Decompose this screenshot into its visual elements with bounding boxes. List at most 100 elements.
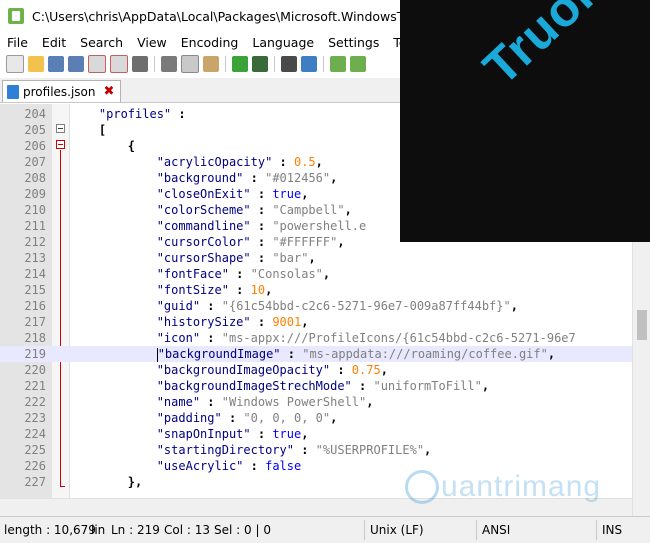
code-line[interactable]: 218 "icon" : "ms-appx:///ProfileIcons/{6… <box>0 330 650 346</box>
code-text: { <box>70 138 135 154</box>
menu-edit[interactable]: Edit <box>35 35 73 50</box>
line-number: 209 <box>24 187 46 201</box>
line-number: 218 <box>24 331 46 345</box>
code-token: "cursorShape" <box>156 251 251 265</box>
code-line[interactable]: 223 "padding" : "0, 0, 0, 0", <box>0 410 650 426</box>
zoom-in-icon[interactable] <box>330 56 346 72</box>
code-token: : <box>200 331 222 345</box>
line-number: 215 <box>24 283 46 297</box>
code-token: : <box>250 427 273 441</box>
undo-icon[interactable] <box>232 56 248 72</box>
menu-language[interactable]: Language <box>245 35 321 50</box>
menu-file[interactable]: File <box>0 35 35 50</box>
status-separator <box>596 520 597 540</box>
notepad-plus-plus-icon <box>8 8 24 24</box>
menu-encoding[interactable]: Encoding <box>174 35 246 50</box>
code-token: , <box>315 155 323 169</box>
zoom-out-icon[interactable] <box>350 56 366 72</box>
close-file-icon[interactable] <box>88 55 106 73</box>
code-token: "acrylicOpacity" <box>156 155 273 169</box>
watermark-q-icon <box>405 470 439 504</box>
code-line[interactable]: 220 "backgroundImageOpacity" : 0.75, <box>0 362 650 378</box>
watermark-logo-text: uantrimang <box>441 470 602 503</box>
code-text: [ <box>70 122 106 138</box>
code-token: 0.75 <box>351 363 381 377</box>
code-text: "fontSize" : 10, <box>70 282 273 298</box>
menu-search[interactable]: Search <box>73 35 130 50</box>
copy-icon[interactable] <box>181 55 199 73</box>
find-icon[interactable] <box>281 56 297 72</box>
code-line[interactable]: 215 "fontSize" : 10, <box>0 282 650 298</box>
code-token: "powershell.e <box>272 219 367 233</box>
code-token: : <box>250 251 273 265</box>
code-text: "backgroundImageOpacity" : 0.75, <box>70 362 388 378</box>
code-token: "{61c54bbd-c2c6-5271-96e7-009a87ff44bf}" <box>221 299 511 313</box>
code-token: , <box>424 443 432 457</box>
line-number: 206 <box>24 139 46 153</box>
code-token: "fontFace" <box>156 267 229 281</box>
open-folder-icon[interactable] <box>28 56 44 72</box>
code-token: , <box>481 379 490 393</box>
code-text: "icon" : "ms-appx:///ProfileIcons/{61c54… <box>70 330 576 346</box>
code-token: : <box>250 203 273 217</box>
code-line[interactable]: 213 "cursorShape" : "bar", <box>0 250 650 266</box>
code-line[interactable]: 224 "snapOnInput" : true, <box>0 426 650 442</box>
code-token: "commandline" <box>156 219 251 233</box>
close-all-icon[interactable] <box>110 55 128 73</box>
code-token: 9001 <box>272 315 302 329</box>
code-token: : <box>250 315 273 329</box>
code-line[interactable]: 214 "fontFace" : "Consolas", <box>0 266 650 282</box>
code-line[interactable]: 225 "startingDirectory" : "%USERPROFILE%… <box>0 442 650 458</box>
scrollbar-thumb[interactable] <box>637 310 647 340</box>
code-token: "useAcrylic" <box>156 459 244 473</box>
menu-settings[interactable]: Settings <box>321 35 386 50</box>
code-token: }, <box>127 475 143 489</box>
code-line[interactable]: 221 "backgroundImageStrechMode" : "unifo… <box>0 378 650 394</box>
code-token: false <box>265 459 302 473</box>
code-text: }, <box>70 474 142 490</box>
cut-icon[interactable] <box>161 56 177 72</box>
code-text: "backgroundImageStrechMode" : "uniformTo… <box>70 378 489 394</box>
redo-icon[interactable] <box>252 56 268 72</box>
print-icon[interactable] <box>132 56 148 72</box>
code-token: , <box>344 203 352 217</box>
paste-icon[interactable] <box>203 56 219 72</box>
code-token: : <box>293 443 316 457</box>
code-text: "snapOnInput" : true, <box>70 426 309 442</box>
line-number: 204 <box>24 107 46 121</box>
replace-icon[interactable] <box>301 56 317 72</box>
status-column: Col : 13 <box>164 523 210 537</box>
code-text: "cursorShape" : "bar", <box>70 250 316 266</box>
code-text: "closeOnExit" : true, <box>70 186 309 202</box>
save-icon[interactable] <box>48 56 64 72</box>
code-token: : <box>228 283 251 297</box>
save-all-icon[interactable] <box>68 56 84 72</box>
window-title: C:\Users\chris\AppData\Local\Packages\Mi… <box>32 8 456 24</box>
line-number: 208 <box>24 171 46 185</box>
code-token: : <box>330 363 352 377</box>
watermark-text: Truongtin.top <box>472 0 650 96</box>
close-tab-icon[interactable]: ✖ <box>104 84 115 99</box>
code-token: "closeOnExit" <box>156 187 251 201</box>
line-number: 211 <box>24 219 46 233</box>
new-file-icon[interactable] <box>6 55 24 73</box>
code-token: : <box>272 155 294 169</box>
code-token: { <box>127 139 136 153</box>
menu-view[interactable]: View <box>130 35 174 50</box>
code-line[interactable]: 222 "name" : "Windows PowerShell", <box>0 394 650 410</box>
code-text: "useAcrylic" : false <box>70 458 302 474</box>
code-line[interactable]: 217 "historySize" : 9001, <box>0 314 650 330</box>
toolbar-separator <box>154 56 155 72</box>
code-token: true <box>272 187 302 201</box>
code-token: , <box>330 411 338 425</box>
code-token: , <box>510 299 518 313</box>
code-token: , <box>301 427 309 441</box>
status-selection: Sel : 0 | 0 <box>214 523 271 537</box>
code-line[interactable]: 219 "backgroundImage" : "ms-appdata:///r… <box>0 346 650 362</box>
code-token: : <box>351 379 374 393</box>
status-eol: Unix (LF) <box>370 523 424 537</box>
tab-profiles-json[interactable]: profiles.json ✖ <box>2 80 122 102</box>
code-line[interactable]: 216 "guid" : "{61c54bbd-c2c6-5271-96e7-0… <box>0 298 650 314</box>
code-token: "ms-appx:///ProfileIcons/{61c54bbd-c2c6-… <box>221 331 576 345</box>
code-text: "startingDirectory" : "%USERPROFILE%", <box>70 442 432 458</box>
